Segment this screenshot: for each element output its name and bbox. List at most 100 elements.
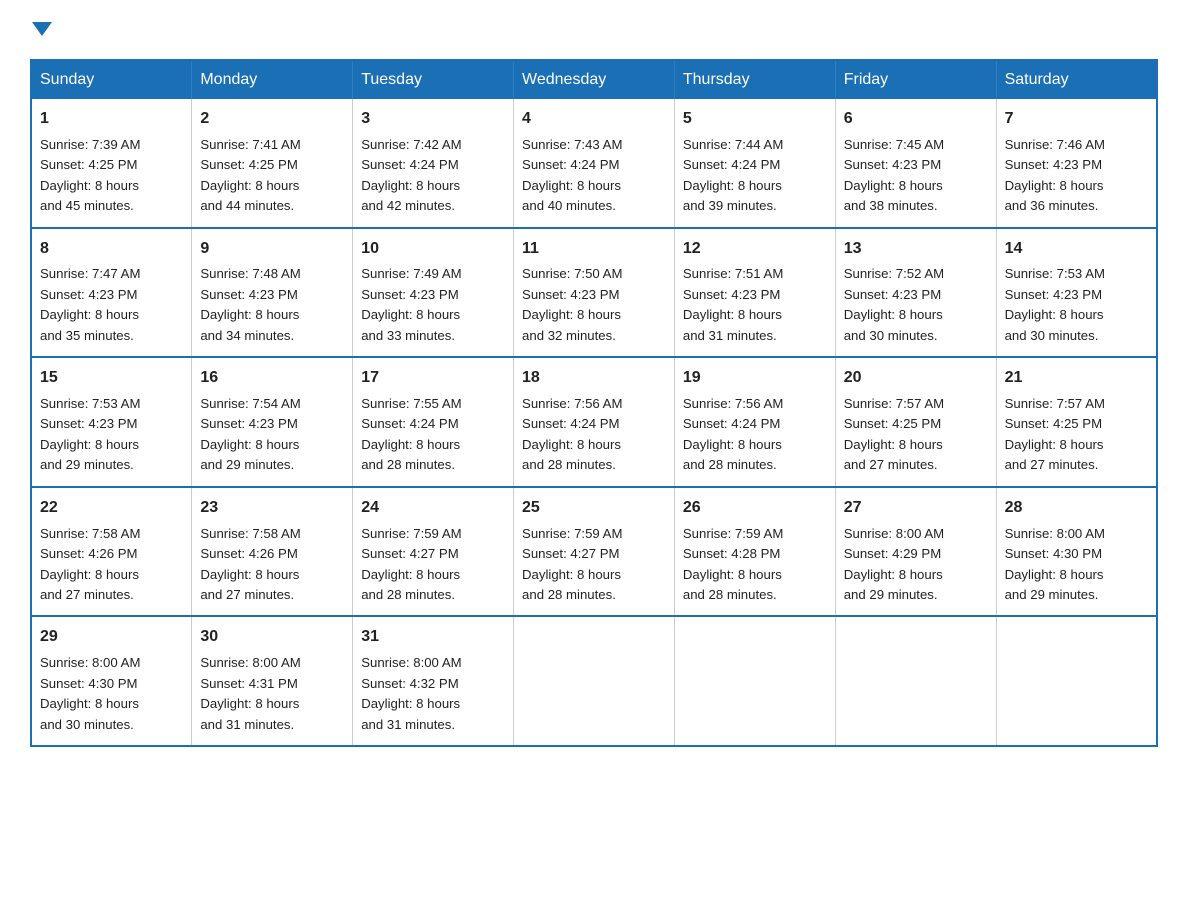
calendar-day-cell: 6 Sunrise: 7:45 AMSunset: 4:23 PMDaylight… [835, 99, 996, 228]
day-of-week-header: Thursday [674, 60, 835, 99]
calendar-day-cell: 21 Sunrise: 7:57 AMSunset: 4:25 PMDayligh… [996, 357, 1157, 487]
calendar-day-cell: 19 Sunrise: 7:56 AMSunset: 4:24 PMDayligh… [674, 357, 835, 487]
day-info: Sunrise: 7:54 AMSunset: 4:23 PMDaylight:… [200, 394, 344, 476]
calendar-day-cell: 16 Sunrise: 7:54 AMSunset: 4:23 PMDayligh… [192, 357, 353, 487]
day-info: Sunrise: 7:57 AMSunset: 4:25 PMDaylight:… [1005, 394, 1148, 476]
day-number: 13 [844, 237, 988, 262]
calendar-day-cell: 2Sunrise: 7:41 AMSunset: 4:25 PMDaylight… [192, 99, 353, 228]
calendar-day-cell [674, 616, 835, 746]
calendar-day-cell: 22 Sunrise: 7:58 AMSunset: 4:26 PMDayligh… [31, 487, 192, 617]
day-info: Sunrise: 7:58 AMSunset: 4:26 PMDaylight:… [200, 524, 344, 606]
calendar-table: SundayMondayTuesdayWednesdayThursdayFrid… [30, 59, 1158, 747]
day-info: Sunrise: 7:43 AMSunset: 4:24 PMDaylight:… [522, 135, 666, 217]
calendar-day-cell: 29 Sunrise: 8:00 AMSunset: 4:30 PMDayligh… [31, 616, 192, 746]
calendar-day-cell: 27 Sunrise: 8:00 AMSunset: 4:29 PMDayligh… [835, 487, 996, 617]
day-number: 11 [522, 237, 666, 262]
calendar-day-cell: 24Sunrise: 7:59 AMSunset: 4:27 PMDayligh… [353, 487, 514, 617]
day-number: 16 [200, 366, 344, 391]
day-number: 4 [522, 107, 666, 132]
day-info: Sunrise: 7:49 AMSunset: 4:23 PMDaylight:… [361, 264, 505, 346]
calendar-day-cell: 12Sunrise: 7:51 AMSunset: 4:23 PMDayligh… [674, 228, 835, 358]
logo [30, 20, 52, 41]
day-info: Sunrise: 7:52 AMSunset: 4:23 PMDaylight:… [844, 264, 988, 346]
day-info: Sunrise: 7:48 AMSunset: 4:23 PMDaylight:… [200, 264, 344, 346]
day-info: Sunrise: 7:59 AMSunset: 4:28 PMDaylight:… [683, 524, 827, 606]
logo-arrow-icon [32, 22, 52, 47]
calendar-day-cell: 30 Sunrise: 8:00 AMSunset: 4:31 PMDayligh… [192, 616, 353, 746]
day-info: Sunrise: 7:57 AMSunset: 4:25 PMDaylight:… [844, 394, 988, 476]
day-info: Sunrise: 7:56 AMSunset: 4:24 PMDaylight:… [522, 394, 666, 476]
calendar-day-cell [996, 616, 1157, 746]
calendar-day-cell: 3Sunrise: 7:42 AMSunset: 4:24 PMDaylight… [353, 99, 514, 228]
day-info: Sunrise: 7:55 AMSunset: 4:24 PMDaylight:… [361, 394, 505, 476]
day-number: 17 [361, 366, 505, 391]
day-info: Sunrise: 8:00 AMSunset: 4:30 PMDaylight:… [40, 653, 183, 735]
day-number: 9 [200, 237, 344, 262]
day-number: 28 [1005, 496, 1148, 521]
day-number: 7 [1005, 107, 1148, 132]
calendar-day-cell: 20 Sunrise: 7:57 AMSunset: 4:25 PMDayligh… [835, 357, 996, 487]
calendar-week-row: 22 Sunrise: 7:58 AMSunset: 4:26 PMDayligh… [31, 487, 1157, 617]
calendar-day-cell: 14Sunrise: 7:53 AMSunset: 4:23 PMDayligh… [996, 228, 1157, 358]
calendar-day-cell: 26 Sunrise: 7:59 AMSunset: 4:28 PMDayligh… [674, 487, 835, 617]
day-number: 31 [361, 625, 505, 650]
day-info: Sunrise: 7:56 AMSunset: 4:24 PMDaylight:… [683, 394, 827, 476]
calendar-day-cell: 28Sunrise: 8:00 AMSunset: 4:30 PMDayligh… [996, 487, 1157, 617]
day-number: 1 [40, 107, 183, 132]
calendar-day-cell: 4 Sunrise: 7:43 AMSunset: 4:24 PMDaylight… [514, 99, 675, 228]
day-info: Sunrise: 7:39 AMSunset: 4:25 PMDaylight:… [40, 135, 183, 217]
day-number: 19 [683, 366, 827, 391]
calendar-day-cell: 13Sunrise: 7:52 AMSunset: 4:23 PMDayligh… [835, 228, 996, 358]
day-info: Sunrise: 7:50 AMSunset: 4:23 PMDaylight:… [522, 264, 666, 346]
calendar-day-cell: 31 Sunrise: 8:00 AMSunset: 4:32 PMDayligh… [353, 616, 514, 746]
day-number: 27 [844, 496, 988, 521]
calendar-header-row: SundayMondayTuesdayWednesdayThursdayFrid… [31, 60, 1157, 99]
day-number: 6 [844, 107, 988, 132]
day-info: Sunrise: 7:47 AMSunset: 4:23 PMDaylight:… [40, 264, 183, 346]
day-number: 15 [40, 366, 183, 391]
day-number: 12 [683, 237, 827, 262]
calendar-week-row: 1 Sunrise: 7:39 AMSunset: 4:25 PMDaylight… [31, 99, 1157, 228]
day-number: 18 [522, 366, 666, 391]
day-info: Sunrise: 7:44 AMSunset: 4:24 PMDaylight:… [683, 135, 827, 217]
day-number: 26 [683, 496, 827, 521]
calendar-day-cell: 18 Sunrise: 7:56 AMSunset: 4:24 PMDayligh… [514, 357, 675, 487]
calendar-day-cell: 8Sunrise: 7:47 AMSunset: 4:23 PMDaylight… [31, 228, 192, 358]
calendar-day-cell: 25Sunrise: 7:59 AMSunset: 4:27 PMDayligh… [514, 487, 675, 617]
day-info: Sunrise: 7:53 AMSunset: 4:23 PMDaylight:… [1005, 264, 1148, 346]
day-info: Sunrise: 8:00 AMSunset: 4:29 PMDaylight:… [844, 524, 988, 606]
calendar-day-cell: 23 Sunrise: 7:58 AMSunset: 4:26 PMDayligh… [192, 487, 353, 617]
day-number: 8 [40, 237, 183, 262]
day-info: Sunrise: 7:53 AMSunset: 4:23 PMDaylight:… [40, 394, 183, 476]
day-of-week-header: Sunday [31, 60, 192, 99]
page-header [30, 20, 1158, 41]
day-number: 29 [40, 625, 183, 650]
day-info: Sunrise: 7:58 AMSunset: 4:26 PMDaylight:… [40, 524, 183, 606]
day-info: Sunrise: 8:00 AMSunset: 4:31 PMDaylight:… [200, 653, 344, 735]
calendar-week-row: 15 Sunrise: 7:53 AMSunset: 4:23 PMDayligh… [31, 357, 1157, 487]
day-info: Sunrise: 7:45 AMSunset: 4:23 PMDaylight:… [844, 135, 988, 217]
day-info: Sunrise: 7:46 AMSunset: 4:23 PMDaylight:… [1005, 135, 1148, 217]
calendar-day-cell: 10Sunrise: 7:49 AMSunset: 4:23 PMDayligh… [353, 228, 514, 358]
day-number: 21 [1005, 366, 1148, 391]
calendar-week-row: 29 Sunrise: 8:00 AMSunset: 4:30 PMDayligh… [31, 616, 1157, 746]
calendar-day-cell: 9Sunrise: 7:48 AMSunset: 4:23 PMDaylight… [192, 228, 353, 358]
day-number: 22 [40, 496, 183, 521]
day-of-week-header: Tuesday [353, 60, 514, 99]
calendar-week-row: 8Sunrise: 7:47 AMSunset: 4:23 PMDaylight… [31, 228, 1157, 358]
calendar-day-cell [835, 616, 996, 746]
day-info: Sunrise: 7:51 AMSunset: 4:23 PMDaylight:… [683, 264, 827, 346]
day-number: 3 [361, 107, 505, 132]
day-of-week-header: Wednesday [514, 60, 675, 99]
day-of-week-header: Saturday [996, 60, 1157, 99]
day-info: Sunrise: 8:00 AMSunset: 4:32 PMDaylight:… [361, 653, 505, 735]
calendar-day-cell [514, 616, 675, 746]
day-number: 30 [200, 625, 344, 650]
day-of-week-header: Friday [835, 60, 996, 99]
day-info: Sunrise: 7:59 AMSunset: 4:27 PMDaylight:… [361, 524, 505, 606]
calendar-day-cell: 17 Sunrise: 7:55 AMSunset: 4:24 PMDayligh… [353, 357, 514, 487]
day-info: Sunrise: 7:59 AMSunset: 4:27 PMDaylight:… [522, 524, 666, 606]
day-number: 10 [361, 237, 505, 262]
day-number: 20 [844, 366, 988, 391]
day-number: 23 [200, 496, 344, 521]
